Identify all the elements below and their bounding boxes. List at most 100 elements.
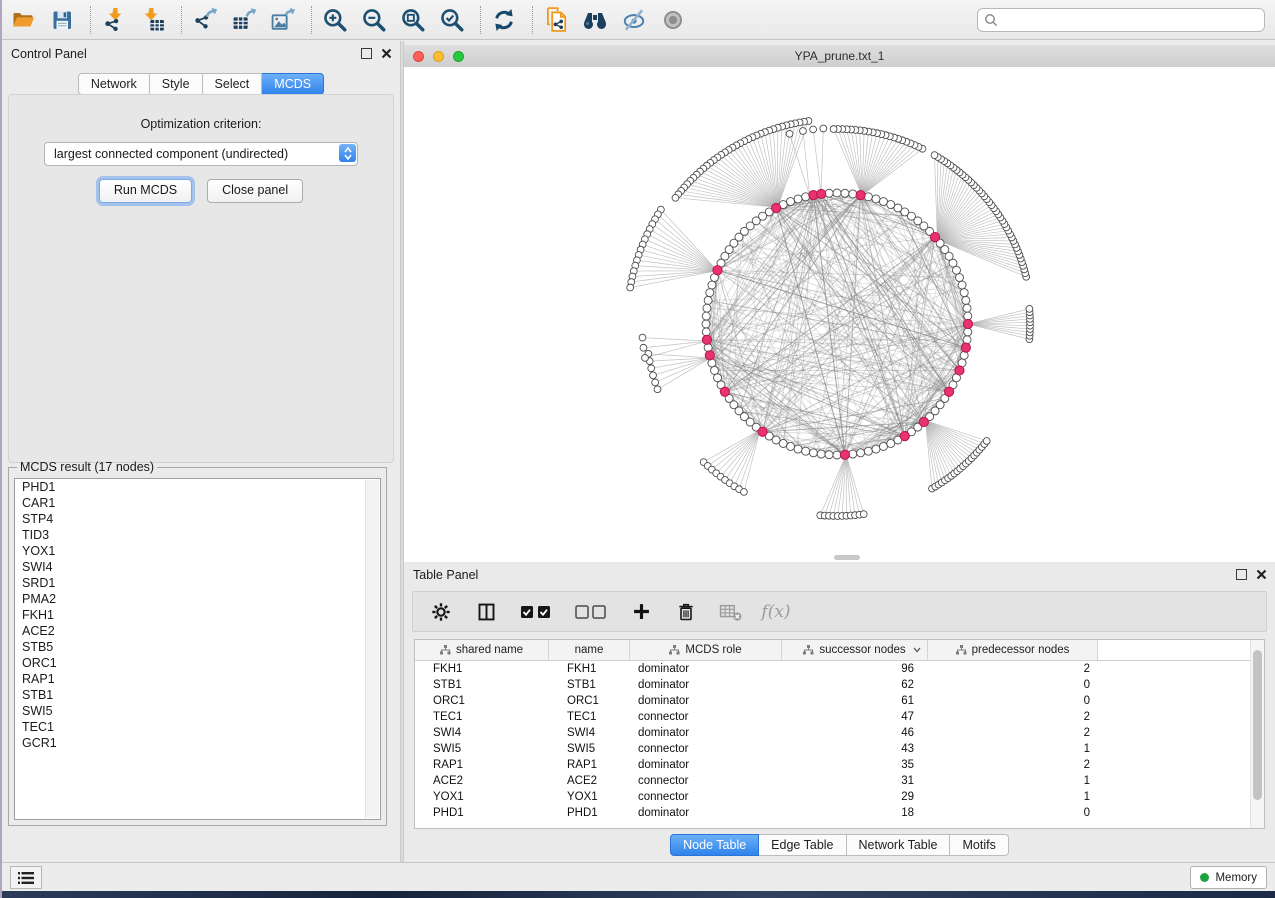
tab-network[interactable]: Network — [78, 73, 150, 95]
column-header-shared-name[interactable]: shared name — [415, 640, 549, 660]
table-row[interactable]: ORC1ORC1dominator610 — [415, 693, 1264, 709]
network-hscroll-thumb[interactable] — [834, 555, 860, 560]
mcds-result-item[interactable]: SWI4 — [15, 559, 380, 575]
zoom-fit-icon[interactable] — [400, 7, 426, 33]
export-image-icon[interactable] — [270, 7, 296, 33]
criterion-dropdown[interactable]: largest connected component (undirected) — [44, 142, 358, 166]
tab-network-table[interactable]: Network Table — [847, 834, 951, 856]
tab-edge-table[interactable]: Edge Table — [759, 834, 846, 856]
open-session-icon[interactable] — [10, 7, 36, 33]
mcds-list-scrollbar[interactable] — [365, 480, 379, 818]
hide-graphics-icon[interactable] — [621, 7, 647, 33]
mcds-result-item[interactable]: FKH1 — [15, 607, 380, 623]
table-cell: 43 — [782, 741, 928, 757]
mcds-result-item[interactable]: TID3 — [15, 527, 380, 543]
column-header-successor-nodes[interactable]: successor nodes — [782, 640, 928, 660]
mcds-result-item[interactable]: TEC1 — [15, 719, 380, 735]
table-cell: RAP1 — [415, 757, 549, 773]
column-header-name[interactable]: name — [549, 640, 630, 660]
function-builder-icon[interactable]: f(x) — [764, 600, 788, 624]
add-column-icon[interactable] — [629, 600, 653, 624]
zoom-in-icon[interactable] — [322, 7, 348, 33]
network-search-box[interactable] — [977, 8, 1265, 32]
table-cell: SWI5 — [549, 741, 630, 757]
close-panel-icon[interactable] — [1256, 569, 1267, 580]
column-type-icon — [803, 645, 814, 655]
table-cell: connector — [630, 741, 782, 757]
table-row[interactable]: RAP1RAP1dominator352 — [415, 757, 1264, 773]
table-row[interactable]: ACE2ACE2connector311 — [415, 773, 1264, 789]
table-row[interactable]: YOX1YOX1connector291 — [415, 789, 1264, 805]
table-scrollbar[interactable] — [1250, 640, 1264, 828]
mcds-result-item[interactable]: CAR1 — [15, 495, 380, 511]
table-cell: connector — [630, 709, 782, 725]
search-network-icon[interactable] — [582, 7, 608, 33]
tab-style[interactable]: Style — [150, 73, 203, 95]
close-panel-button[interactable]: Close panel — [207, 179, 303, 203]
mcds-result-item[interactable]: STP4 — [15, 511, 380, 527]
table-cell: 47 — [782, 709, 928, 725]
zoom-out-icon[interactable] — [361, 7, 387, 33]
tab-motifs[interactable]: Motifs — [950, 834, 1008, 856]
window-close-button[interactable] — [413, 51, 424, 62]
mcds-result-item[interactable]: YOX1 — [15, 543, 380, 559]
tab-node-table[interactable]: Node Table — [670, 834, 759, 856]
refresh-layout-icon[interactable] — [491, 7, 517, 33]
delete-column-icon[interactable] — [674, 600, 698, 624]
float-panel-icon[interactable] — [361, 48, 372, 59]
delete-table-icon[interactable] — [719, 600, 743, 624]
mcds-result-group: MCDS result (17 nodes) PHD1CAR1STP4TID3Y… — [8, 460, 387, 826]
export-network-icon[interactable] — [192, 7, 218, 33]
column-header-predecessor-nodes[interactable]: predecessor nodes — [928, 640, 1098, 660]
mcds-result-item[interactable]: PMA2 — [15, 591, 380, 607]
table-cell: 0 — [928, 805, 1098, 821]
tab-select[interactable]: Select — [203, 73, 263, 95]
memory-button[interactable]: Memory — [1190, 866, 1267, 889]
network-canvas[interactable] — [404, 67, 1275, 562]
table-scrollbar-thumb[interactable] — [1253, 650, 1262, 800]
window-zoom-button[interactable] — [453, 51, 464, 62]
table-cell: ACE2 — [549, 773, 630, 789]
mcds-result-item[interactable]: STB1 — [15, 687, 380, 703]
show-graphics-icon[interactable] — [660, 7, 686, 33]
window-minimize-button[interactable] — [433, 51, 444, 62]
column-header-mcds-role[interactable]: MCDS role — [630, 640, 782, 660]
control-panel-tabs: Network Style Select MCDS — [2, 73, 400, 95]
mcds-result-item[interactable]: RAP1 — [15, 671, 380, 687]
show-log-console-button[interactable] — [10, 866, 42, 889]
tab-mcds[interactable]: MCDS — [262, 73, 324, 95]
table-row[interactable]: SWI5SWI5connector431 — [415, 741, 1264, 757]
mcds-result-item[interactable]: PHD1 — [15, 479, 380, 495]
table-row[interactable]: FKH1FKH1dominator962 — [415, 661, 1264, 677]
table-row[interactable]: PHD1PHD1dominator180 — [415, 805, 1264, 821]
table-cell: connector — [630, 789, 782, 805]
mcds-result-item[interactable]: GCR1 — [15, 735, 380, 751]
mcds-result-item[interactable]: ORC1 — [15, 655, 380, 671]
table-cell: 0 — [928, 677, 1098, 693]
mcds-result-item[interactable]: ACE2 — [15, 623, 380, 639]
mcds-result-item[interactable]: SWI5 — [15, 703, 380, 719]
mcds-result-item[interactable]: SRD1 — [15, 575, 380, 591]
save-session-icon[interactable] — [49, 7, 75, 33]
mcds-result-list[interactable]: PHD1CAR1STP4TID3YOX1SWI4SRD1PMA2FKH1ACE2… — [14, 478, 381, 820]
import-table-icon[interactable] — [140, 7, 166, 33]
network-graph[interactable] — [404, 67, 1275, 562]
select-all-icon[interactable] — [519, 600, 553, 624]
table-row[interactable]: SWI4SWI4dominator462 — [415, 725, 1264, 741]
run-mcds-button[interactable]: Run MCDS — [99, 179, 192, 203]
deselect-all-icon[interactable] — [574, 600, 608, 624]
network-window-titlebar[interactable]: YPA_prune.txt_1 — [404, 45, 1275, 68]
mcds-result-item[interactable]: STB5 — [15, 639, 380, 655]
table-row[interactable]: TEC1TEC1connector472 — [415, 709, 1264, 725]
search-input[interactable] — [1002, 12, 1258, 28]
share-document-icon[interactable] — [543, 7, 569, 33]
export-table-icon[interactable] — [231, 7, 257, 33]
column-view-icon[interactable] — [474, 600, 498, 624]
table-row[interactable]: STB1STB1dominator620 — [415, 677, 1264, 693]
settings-gear-icon[interactable] — [429, 600, 453, 624]
import-network-icon[interactable] — [101, 7, 127, 33]
zoom-selected-icon[interactable] — [439, 7, 465, 33]
table-cell: RAP1 — [549, 757, 630, 773]
close-panel-icon[interactable] — [381, 48, 392, 59]
float-panel-icon[interactable] — [1236, 569, 1247, 580]
